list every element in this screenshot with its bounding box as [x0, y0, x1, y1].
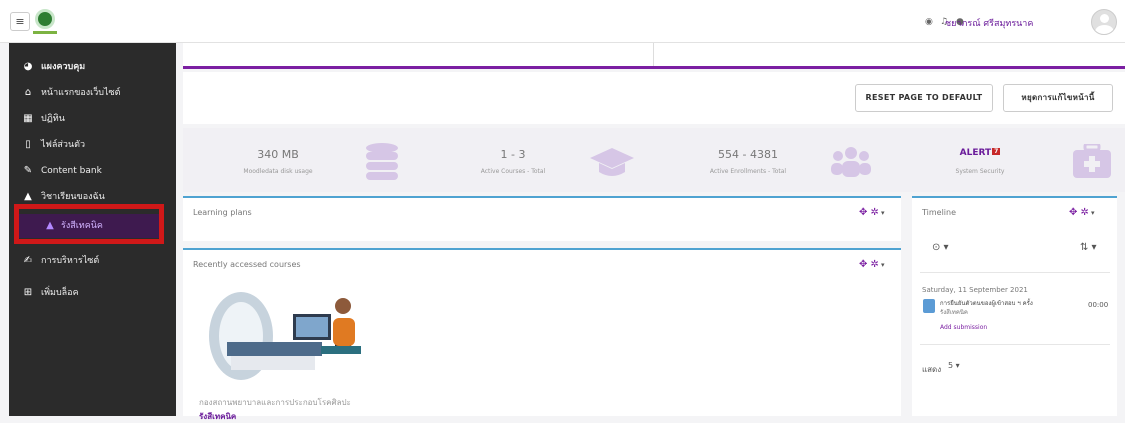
show-count-value: 5 — [948, 361, 954, 370]
show-count-label: แสดง — [922, 365, 942, 374]
timeline-date: Saturday, 11 September 2021 — [922, 286, 1028, 294]
top-navbar: ≡ ◉ ♫ ● ชยาภรณ์ ศรีสมุทรนาค — [0, 0, 1125, 43]
sidebar-item-label: เพิ่มบล็อค — [41, 288, 79, 298]
timeline-block: Timeline ✥ ✲ ▾ ⊙ ▾ ⇅ ▾ Saturday, 11 Septe… — [912, 196, 1117, 416]
timeline-sort-dropdown[interactable]: ⇅ ▾ — [1080, 242, 1097, 253]
home-icon: ⌂ — [24, 87, 32, 98]
learning-plans-block: Learning plans ✥ ✲ ▾ — [183, 196, 901, 241]
alert-text: ALERT — [959, 148, 992, 158]
reset-page-button[interactable]: RESET PAGE TO DEFAULT — [855, 84, 993, 112]
stat-label: Moodledata disk usage — [243, 168, 313, 175]
stat-label: Active Courses - Total — [480, 168, 546, 175]
block-title: Learning plans — [193, 208, 252, 217]
first-aid-icon — [1073, 144, 1111, 178]
course-name[interactable]: กองสถานพยาบาลและการประกอบโรคศิลปะ — [199, 396, 351, 409]
sidebar-item-label: แผงควบคุม — [41, 62, 86, 72]
graduation-cap-icon — [590, 148, 634, 176]
admin-stats-bar: 340 MB Moodledata disk usage 1 - 3 Activ… — [183, 128, 1125, 192]
stat-value: 1 - 3 — [500, 148, 526, 161]
sidebar-item-calendar[interactable]: ▦ ปฏิทิน — [9, 107, 176, 131]
database-icon — [366, 143, 398, 180]
pen-icon: ✎ — [23, 165, 33, 176]
calendar-icon: ▦ — [23, 113, 33, 124]
users-icon — [831, 147, 871, 177]
sidebar-item-home[interactable]: ⌂ หน้าแรกของเว็บไซต์ — [9, 81, 176, 105]
sidebar-item-label: ไฟล์ส่วนตัว — [41, 140, 86, 150]
user-avatar[interactable] — [1091, 9, 1117, 35]
stat-active-courses: 1 - 3 Active Courses - Total — [418, 128, 648, 192]
course-category[interactable]: รังสีเทคนิค — [199, 410, 236, 423]
stat-disk-usage: 340 MB Moodledata disk usage — [183, 128, 413, 192]
alert-badge: 7 — [992, 148, 1001, 155]
recent-courses-block: Recently accessed courses ✥ ✲ ▾ กองสถานพย… — [183, 248, 901, 421]
stat-value: 340 MB — [257, 148, 299, 161]
sidebar-item-label: การบริหารไซต์ — [41, 256, 100, 266]
sidebar-item-add-block[interactable]: ⊞ เพิ่มบล็อค — [9, 281, 176, 305]
block-controls[interactable]: ✥ ✲ ▾ — [859, 207, 884, 218]
block-title: Recently accessed courses — [193, 260, 301, 269]
stat-system-security: ALERT 7 System Security — [895, 128, 1125, 192]
add-submission-link[interactable]: Add submission — [940, 324, 987, 331]
course-image[interactable] — [203, 290, 373, 382]
stat-label: System Security — [955, 168, 1005, 175]
stat-label: Active Enrollments - Total — [709, 168, 787, 175]
sidebar-item-label: หน้าแรกของเว็บไซต์ — [41, 88, 121, 98]
timeline-event-course: รังสีเทคนิค — [940, 309, 968, 316]
sidebar-item-private-files[interactable]: ▯ ไฟล์ส่วนตัว — [9, 133, 176, 157]
red-highlight-box — [14, 204, 164, 244]
block-controls[interactable]: ✥ ✲ ▾ — [1069, 207, 1094, 218]
site-logo[interactable] — [35, 9, 55, 29]
globe-icon[interactable]: ◉ — [925, 17, 933, 27]
sidebar-item-content-bank[interactable]: ✎ Content bank — [9, 159, 176, 183]
stat-active-enrollments: 554 - 4381 Active Enrollments - Total — [653, 128, 883, 192]
assignment-icon — [923, 299, 935, 313]
show-count-dropdown[interactable]: 5 ▾ — [948, 361, 960, 370]
sidebar-item-site-admin[interactable]: ✍ การบริหารไซต์ — [9, 249, 176, 273]
sidebar-item-label: Content bank — [41, 166, 102, 176]
plus-box-icon: ⊞ — [23, 287, 33, 298]
block-title: Timeline — [922, 208, 957, 217]
sidebar-item-label: ปฏิทิน — [41, 114, 65, 124]
file-icon: ▯ — [25, 139, 31, 150]
block-controls[interactable]: ✥ ✲ ▾ — [859, 259, 884, 270]
sidebar-item-dashboard[interactable]: ◕ แผงควบคุม — [9, 55, 176, 79]
site-logo-underline — [33, 31, 57, 34]
stat-value: 554 - 4381 — [718, 148, 778, 161]
user-name-link[interactable]: ชยาภรณ์ ศรีสมุทรนาค — [945, 16, 1033, 30]
stop-editing-button[interactable]: หยุดการแก้ไขหน้านี้ — [1003, 84, 1113, 112]
timeline-filter-dropdown[interactable]: ⊙ ▾ — [932, 242, 949, 253]
timeline-event-time: 00:00 — [1088, 301, 1109, 309]
hamburger-menu-button[interactable]: ≡ — [10, 12, 30, 31]
page-header-strip — [183, 43, 1125, 69]
alert-value[interactable]: ALERT 7 — [905, 148, 1055, 158]
dashboard-icon: ◕ — [23, 61, 33, 72]
wrench-icon: ✍ — [23, 255, 33, 266]
